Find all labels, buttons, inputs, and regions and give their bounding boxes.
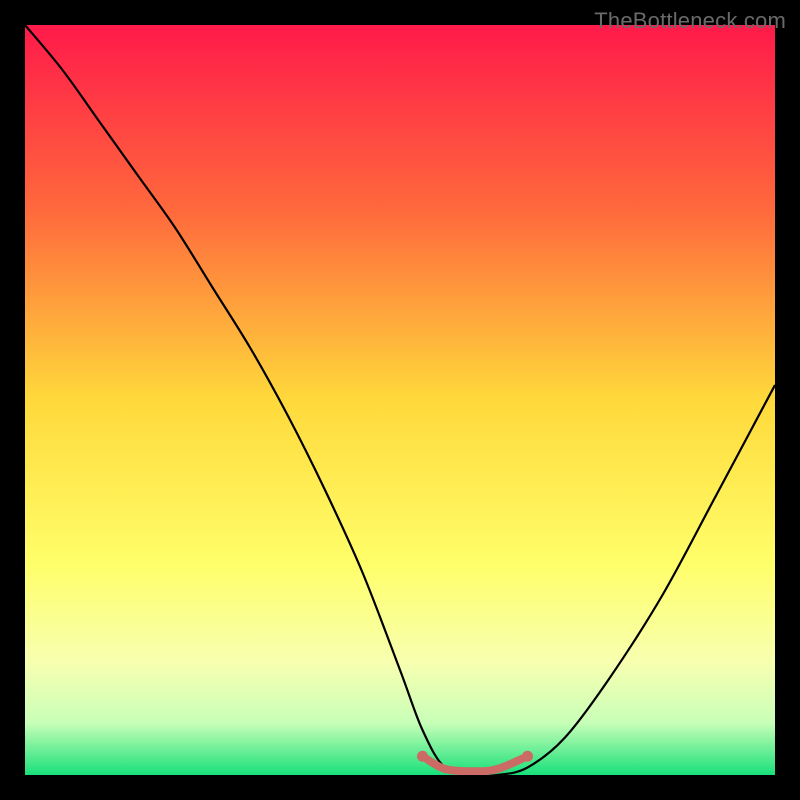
flat-region-dot [522, 751, 533, 762]
flat-region-dot [417, 751, 428, 762]
chart-background [25, 25, 775, 775]
chart-svg [25, 25, 775, 775]
bottleneck-chart [25, 25, 775, 775]
watermark-text: TheBottleneck.com [594, 8, 786, 34]
